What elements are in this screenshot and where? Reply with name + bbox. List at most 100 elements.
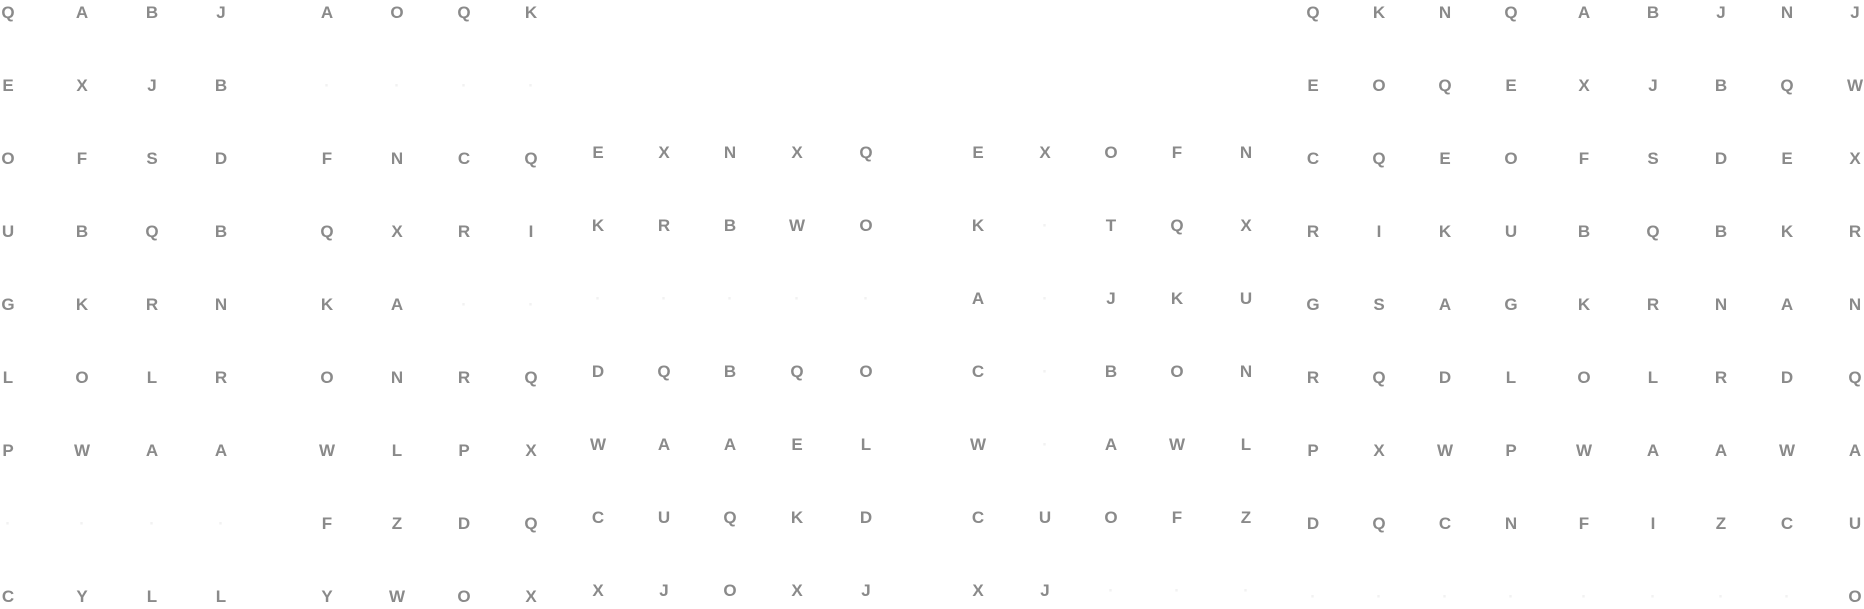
letter-cell: Z <box>391 514 403 533</box>
letter-cell: O <box>1372 76 1386 95</box>
letter-cell: · <box>1042 289 1048 308</box>
letter-cell: · <box>727 289 733 308</box>
letter-cell: N <box>1848 295 1862 314</box>
letter-cell: F <box>321 514 333 533</box>
letter-cell: · <box>461 295 467 314</box>
letter-cell: C <box>1306 149 1320 168</box>
letter-cell: E <box>1307 76 1319 95</box>
letter-cell: Q <box>1438 76 1452 95</box>
letter-cell: G <box>1 295 15 314</box>
letter-cell: D <box>1780 368 1794 387</box>
letter-cell: C <box>591 508 605 527</box>
letter-cell: I <box>1376 222 1382 241</box>
letter-cell: F <box>1578 149 1590 168</box>
letter-cell: D <box>1714 149 1728 168</box>
letter-cell: D <box>1306 514 1320 533</box>
letter-cell: E <box>1439 149 1451 168</box>
letter-cell: X <box>972 581 984 600</box>
letter-cell: F <box>1171 508 1183 527</box>
letter-cell: N <box>1239 143 1253 162</box>
letter-cell: J <box>1040 581 1050 600</box>
letter-cell: U <box>1848 514 1862 533</box>
letter-cell: B <box>1646 3 1660 22</box>
letter-cell: U <box>1038 508 1052 527</box>
letter-cell: X <box>658 143 670 162</box>
letter-cell: S <box>146 149 158 168</box>
letter-cell: · <box>528 76 534 95</box>
letter-cell: O <box>859 362 873 381</box>
letter-cell: N <box>1438 3 1452 22</box>
letter-cell: N <box>1714 295 1728 314</box>
letter-cell: K <box>1170 289 1184 308</box>
letter-cell: O <box>1504 149 1518 168</box>
letter-cell: Z <box>1240 508 1252 527</box>
letter-cell: · <box>79 514 85 533</box>
letter-cell: K <box>75 295 89 314</box>
letter-cell: R <box>657 216 671 235</box>
letter-cell: R <box>145 295 159 314</box>
letter-cell: E <box>1505 76 1517 95</box>
letter-cell: A <box>723 435 737 454</box>
letter-cell: A <box>1104 435 1118 454</box>
letter-cell: Q <box>1170 216 1184 235</box>
letter-cell: O <box>1104 508 1118 527</box>
letter-cell: W <box>1436 441 1454 460</box>
letter-cell: X <box>1039 143 1051 162</box>
letter-cell: W <box>1168 435 1186 454</box>
letter-cell: O <box>320 368 334 387</box>
letter-cell: U <box>1 222 15 241</box>
letter-cell: Q <box>1306 3 1320 22</box>
letter-cell: J <box>1106 289 1116 308</box>
letter-cell: X <box>791 143 803 162</box>
letter-cell: K <box>1577 295 1591 314</box>
letter-cell: Z <box>1715 514 1727 533</box>
letter-cell: · <box>1243 581 1249 600</box>
letter-cell: N <box>390 368 404 387</box>
letter-cell: N <box>1780 3 1794 22</box>
letter-cell: G <box>1306 295 1320 314</box>
letter-cell: L <box>860 435 872 454</box>
letter-cell: B <box>145 3 159 22</box>
letter-cell: K <box>790 508 804 527</box>
letter-cell: X <box>1240 216 1252 235</box>
letter-cell: X <box>1849 149 1861 168</box>
letter-cell: B <box>723 362 737 381</box>
letter-cell: O <box>1170 362 1184 381</box>
letter-cell: N <box>214 295 228 314</box>
letter-cell: X <box>525 587 537 606</box>
letter-cell: P <box>2 441 14 460</box>
letter-cell: A <box>657 435 671 454</box>
letter-cell: A <box>145 441 159 460</box>
letter-cell: A <box>1714 441 1728 460</box>
letter-cell: Q <box>1372 368 1386 387</box>
letter-cell: · <box>461 76 467 95</box>
letter-cell: F <box>1578 514 1590 533</box>
letter-cell: S <box>1373 295 1385 314</box>
letter-cell: E <box>972 143 984 162</box>
letter-cell: J <box>861 581 871 600</box>
letter-cell: · <box>863 289 869 308</box>
letter-cell: A <box>75 3 89 22</box>
letter-cell: · <box>1042 362 1048 381</box>
letter-cell: A <box>971 289 985 308</box>
letter-cell: X <box>791 581 803 600</box>
letter-cell: · <box>1784 587 1790 606</box>
letter-cell: N <box>1504 514 1518 533</box>
letter-cell: K <box>1438 222 1452 241</box>
letter-cell: O <box>723 581 737 600</box>
letter-cell: C <box>1 587 15 606</box>
letter-cell: · <box>1310 587 1316 606</box>
letter-cell: D <box>859 508 873 527</box>
letter-cell: J <box>1850 3 1860 22</box>
letter-cell: W <box>388 587 406 606</box>
letter-cell: F <box>76 149 88 168</box>
letter-cell: P <box>1307 441 1319 460</box>
letter-cell: E <box>1781 149 1793 168</box>
letter-cell: Y <box>76 587 88 606</box>
letter-cell: B <box>1577 222 1591 241</box>
letter-cell: · <box>794 289 800 308</box>
letter-cell: W <box>318 441 336 460</box>
letter-cell: Q <box>1848 368 1862 387</box>
letter-cell: P <box>458 441 470 460</box>
letter-cell: T <box>1105 216 1117 235</box>
